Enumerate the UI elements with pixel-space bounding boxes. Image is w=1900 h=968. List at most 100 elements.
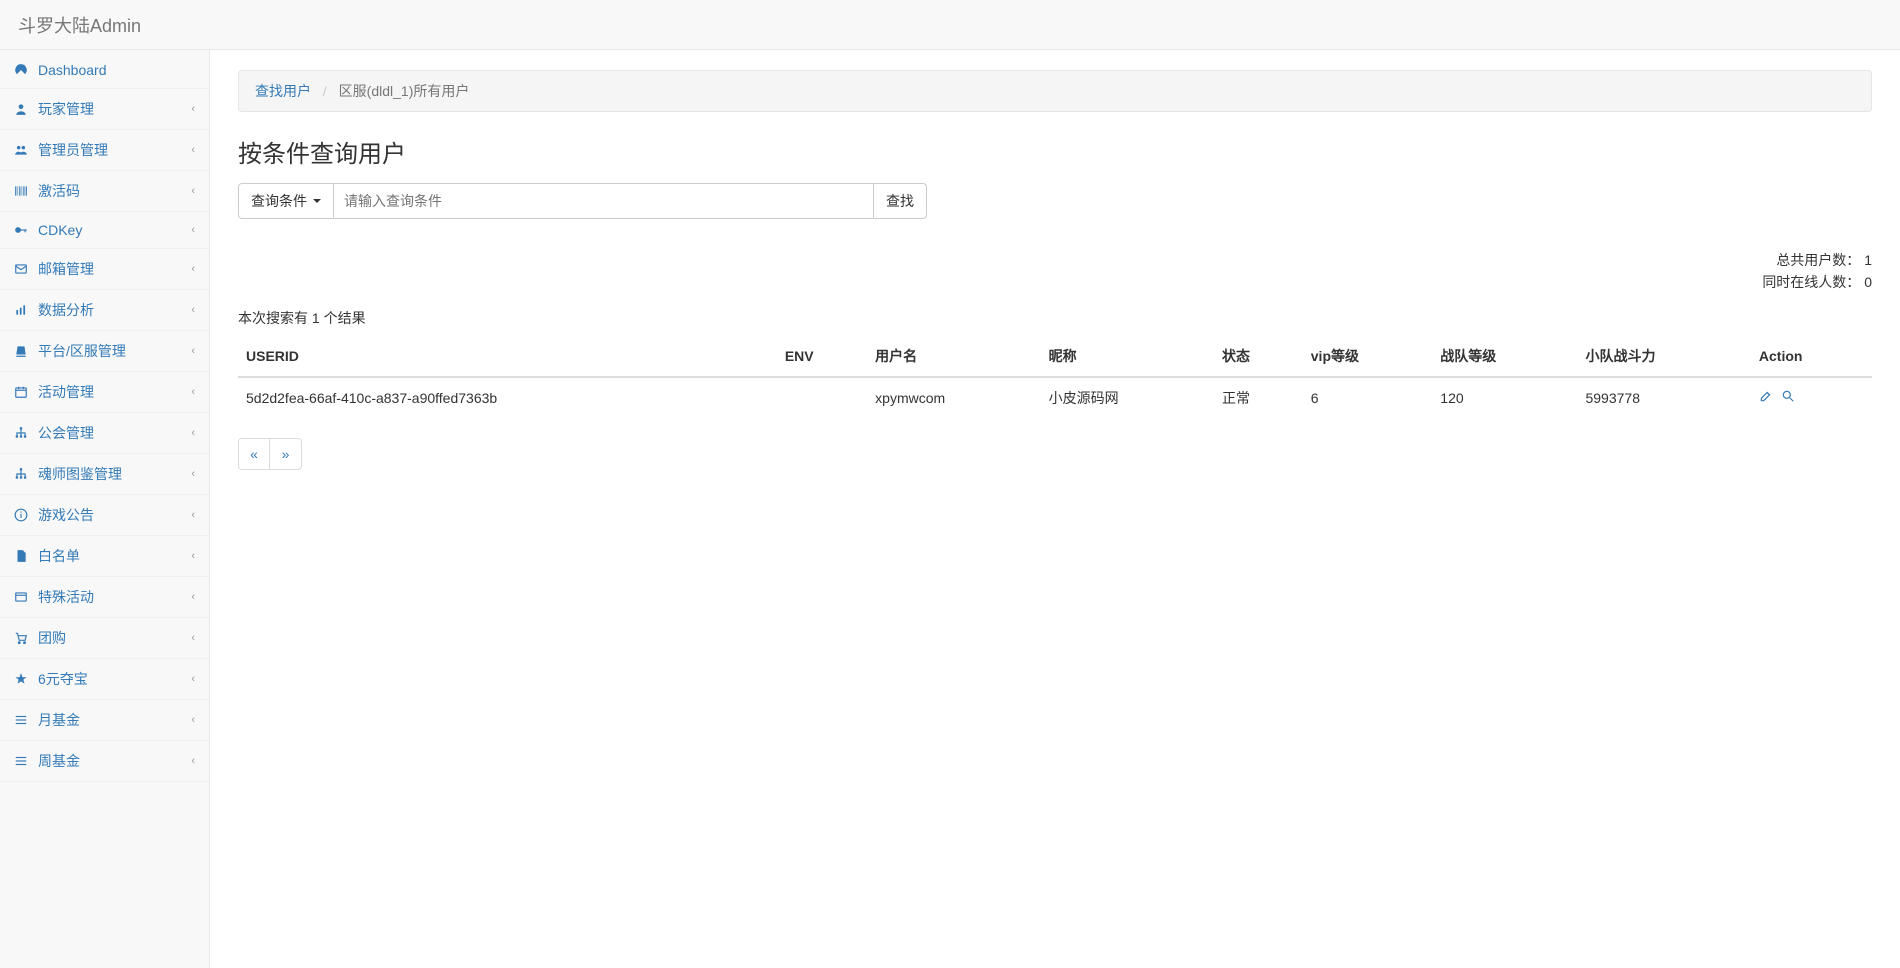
chevron-left-icon: ‹ — [191, 263, 195, 275]
calendar-icon — [14, 385, 30, 399]
users-icon — [14, 143, 30, 157]
sidebar-item-10[interactable]: 魂师图鉴管理 ‹ — [0, 454, 209, 494]
chevron-left-icon: ‹ — [191, 386, 195, 398]
chart-icon — [14, 303, 30, 317]
chevron-left-icon: ‹ — [191, 509, 195, 521]
edit-icon — [1759, 389, 1773, 403]
chevron-left-icon: ‹ — [191, 144, 195, 156]
chevron-left-icon: ‹ — [191, 755, 195, 767]
star-icon — [14, 672, 30, 686]
chevron-left-icon: ‹ — [191, 591, 195, 603]
user-icon — [14, 102, 30, 116]
sidebar-item-1[interactable]: 玩家管理 ‹ — [0, 89, 209, 129]
sidebar-item-label: 活动管理 — [38, 382, 94, 402]
results-count-label: 本次搜索有 1 个结果 — [238, 308, 1872, 328]
sidebar-item-label: 激活码 — [38, 181, 80, 201]
table-header: 战队等级 — [1432, 336, 1577, 377]
sidebar-item-3[interactable]: 激活码 ‹ — [0, 171, 209, 211]
sidebar-item-label: 邮箱管理 — [38, 259, 94, 279]
cart-icon — [14, 631, 30, 645]
sidebar-item-label: 周基金 — [38, 751, 80, 771]
content: 查找用户 / 区服(dldl_1)所有用户 按条件查询用户 查询条件 查找 总共… — [210, 50, 1900, 968]
table-cell-env — [777, 377, 867, 418]
key-icon — [14, 223, 30, 237]
pagination-next[interactable]: » — [270, 438, 302, 470]
info-icon — [14, 508, 30, 522]
dashboard-icon — [14, 63, 30, 77]
sidebar-item-2[interactable]: 管理员管理 ‹ — [0, 130, 209, 170]
total-users-value: 1 — [1864, 252, 1872, 268]
chevron-left-icon: ‹ — [191, 550, 195, 562]
users-table: USERIDENV用户名昵称状态vip等级战队等级小队战斗力Action 5d2… — [238, 336, 1872, 418]
sidebar-item-5[interactable]: 邮箱管理 ‹ — [0, 249, 209, 289]
total-users-label: 总共用户数： — [1776, 252, 1860, 268]
list-icon — [14, 713, 30, 727]
server-icon — [14, 344, 30, 358]
file-icon — [14, 549, 30, 563]
sidebar-item-6[interactable]: 数据分析 ‹ — [0, 290, 209, 330]
table-cell-nickname: 小皮源码网 — [1041, 377, 1214, 418]
table-cell-team_level: 120 — [1432, 377, 1577, 418]
mail-icon — [14, 262, 30, 276]
sidebar-item-8[interactable]: 活动管理 ‹ — [0, 372, 209, 412]
sidebar-item-16[interactable]: 月基金 ‹ — [0, 700, 209, 740]
breadcrumb-separator: / — [323, 83, 327, 99]
sidebar-item-label: 团购 — [38, 628, 66, 648]
sidebar-item-4[interactable]: CDKey‹ — [0, 212, 209, 248]
table-header: 昵称 — [1041, 336, 1214, 377]
search-row: 查询条件 查找 — [238, 183, 1872, 219]
sidebar: Dashboard玩家管理‹管理员管理‹激活码‹CDKey‹邮箱管理‹数据分析‹… — [0, 50, 210, 968]
breadcrumb: 查找用户 / 区服(dldl_1)所有用户 — [238, 70, 1872, 112]
search-condition-label: 查询条件 — [251, 191, 307, 211]
chevron-left-icon: ‹ — [191, 103, 195, 115]
table-header: vip等级 — [1303, 336, 1433, 377]
sidebar-item-11[interactable]: 游戏公告‹ — [0, 495, 209, 535]
sidebar-item-12[interactable]: 白名单 ‹ — [0, 536, 209, 576]
sidebar-item-label: 数据分析 — [38, 300, 94, 320]
chevron-left-icon: ‹ — [191, 714, 195, 726]
edit-button[interactable] — [1759, 389, 1773, 403]
search-button[interactable]: 查找 — [874, 183, 927, 219]
header: 斗罗大陆Admin — [0, 0, 1900, 50]
pagination: « » — [238, 438, 302, 470]
sidebar-item-label: 月基金 — [38, 710, 80, 730]
sidebar-item-label: 平台/区服管理 — [38, 341, 126, 361]
sidebar-item-17[interactable]: 周基金 ‹ — [0, 741, 209, 781]
table-cell-vip: 6 — [1303, 377, 1433, 418]
sidebar-item-0[interactable]: Dashboard — [0, 52, 209, 88]
pagination-prev[interactable]: « — [238, 438, 270, 470]
view-button[interactable] — [1781, 389, 1795, 403]
sidebar-item-label: 管理员管理 — [38, 140, 108, 160]
sidebar-item-7[interactable]: 平台/区服管理‹ — [0, 331, 209, 371]
sidebar-item-label: 公会管理 — [38, 423, 94, 443]
breadcrumb-link[interactable]: 查找用户 — [255, 83, 311, 99]
sidebar-item-14[interactable]: 团购‹ — [0, 618, 209, 658]
sidebar-item-label: Dashboard — [38, 62, 107, 78]
online-users-label: 同时在线人数： — [1762, 274, 1860, 290]
table-row: 5d2d2fea-66af-410c-a837-a90ffed7363bxpym… — [238, 377, 1872, 418]
sidebar-item-label: 6元夺宝 — [38, 669, 88, 689]
table-header: ENV — [777, 336, 867, 377]
table-cell-userid: 5d2d2fea-66af-410c-a837-a90ffed7363b — [238, 377, 777, 418]
sidebar-item-label: 魂师图鉴管理 — [38, 464, 122, 484]
chevron-left-icon: ‹ — [191, 304, 195, 316]
sidebar-item-15[interactable]: 6元夺宝‹ — [0, 659, 209, 699]
sidebar-item-13[interactable]: 特殊活动 ‹ — [0, 577, 209, 617]
brand-title: 斗罗大陆Admin — [18, 12, 141, 38]
sitemap-icon — [14, 467, 30, 481]
barcode-icon — [14, 184, 30, 198]
chevron-left-icon: ‹ — [191, 185, 195, 197]
sidebar-item-label: 特殊活动 — [38, 587, 94, 607]
caret-down-icon — [313, 199, 321, 203]
window-icon — [14, 590, 30, 604]
sidebar-item-label: 白名单 — [38, 546, 80, 566]
chevron-left-icon: ‹ — [191, 468, 195, 480]
search-input[interactable] — [334, 183, 874, 219]
table-header: 用户名 — [867, 336, 1040, 377]
online-users-value: 0 — [1864, 274, 1872, 290]
sidebar-item-label: 玩家管理 — [38, 99, 94, 119]
chevron-left-icon: ‹ — [191, 224, 195, 236]
table-header: Action — [1751, 336, 1872, 377]
search-condition-dropdown[interactable]: 查询条件 — [238, 183, 334, 219]
sidebar-item-9[interactable]: 公会管理‹ — [0, 413, 209, 453]
